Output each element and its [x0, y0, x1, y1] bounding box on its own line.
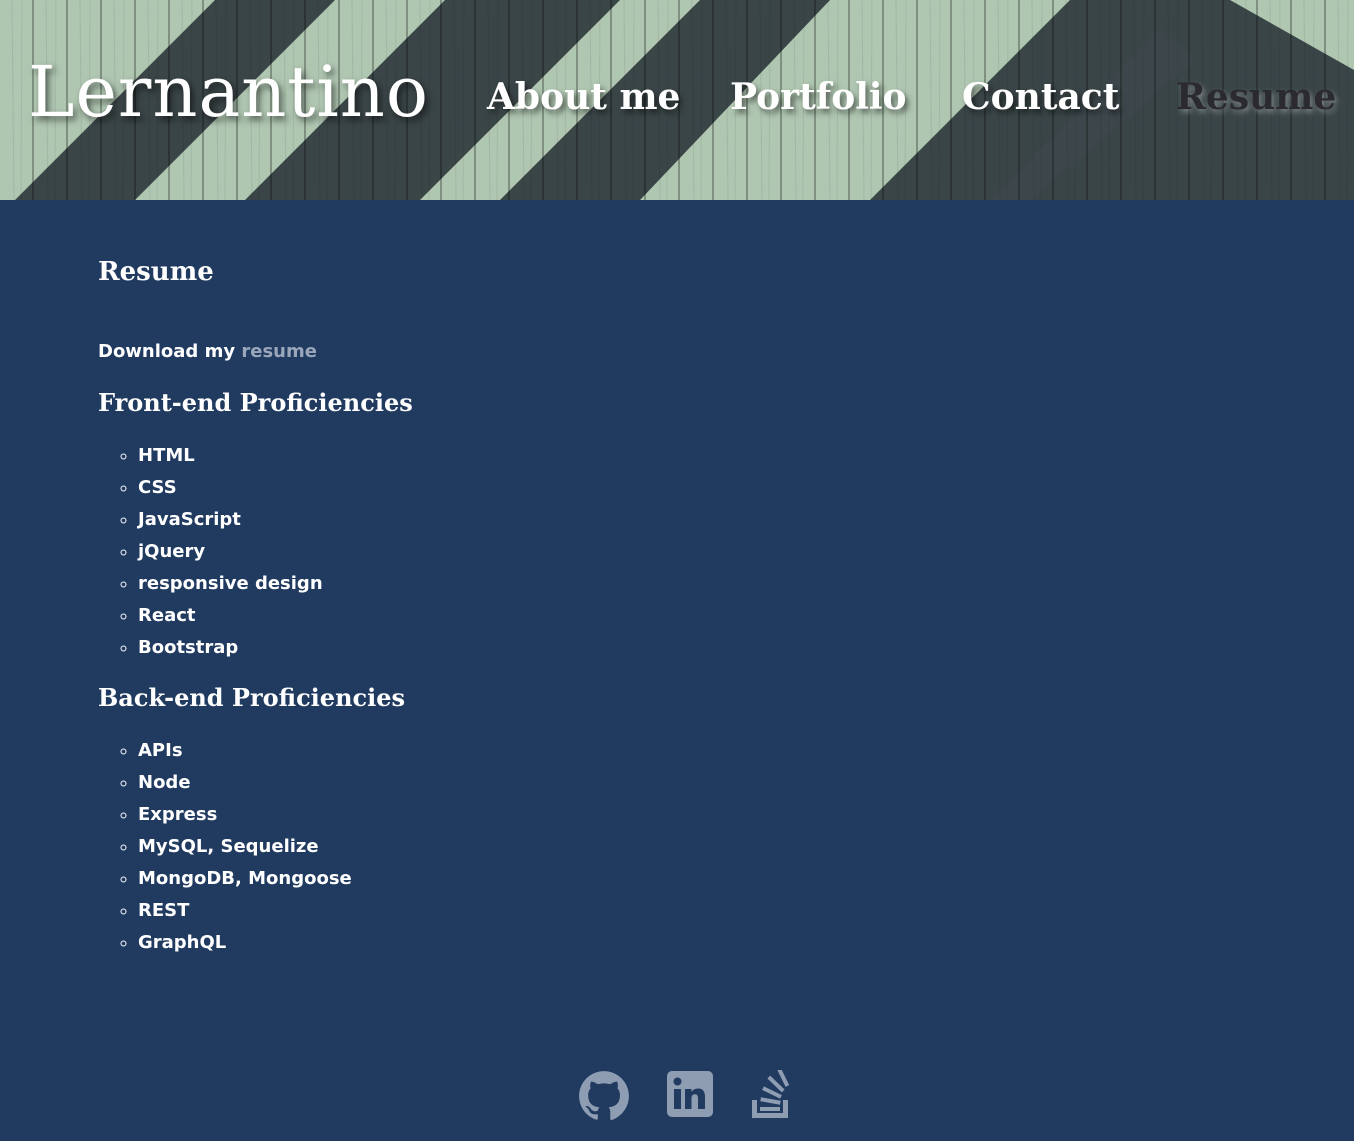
resume-download-link[interactable]: resume [241, 341, 317, 362]
nav-resume[interactable]: Resume [1176, 72, 1336, 122]
list-item: MySQL, Sequelize [138, 831, 352, 863]
download-line: Download my resume [98, 338, 317, 366]
download-prefix: Download my [98, 341, 236, 362]
site-brand[interactable]: Lernantino [28, 52, 429, 132]
list-item: APIs [138, 735, 352, 767]
list-item: jQuery [138, 536, 323, 568]
list-item: MongoDB, Mongoose [138, 863, 352, 895]
front-end-title: Front-end Proficiencies [98, 388, 413, 417]
page-title: Resume [98, 257, 214, 287]
github-icon[interactable] [578, 1070, 630, 1126]
linkedin-icon[interactable] [666, 1070, 714, 1122]
list-item: Node [138, 767, 352, 799]
list-item: GraphQL [138, 927, 352, 959]
nav-portfolio[interactable]: Portfolio [730, 72, 907, 122]
front-end-list: HTML CSS JavaScript jQuery responsive de… [98, 440, 323, 664]
list-item: REST [138, 895, 352, 927]
nav-contact[interactable]: Contact [962, 72, 1119, 122]
list-item: React [138, 600, 323, 632]
back-end-list: APIs Node Express MySQL, Sequelize Mongo… [98, 735, 352, 959]
site-header: Lernantino About me Portfolio Contact Re… [0, 0, 1354, 200]
list-item: Express [138, 799, 352, 831]
list-item: Bootstrap [138, 632, 323, 664]
list-item: JavaScript [138, 504, 323, 536]
list-item: CSS [138, 472, 323, 504]
stackoverflow-icon[interactable] [749, 1067, 793, 1124]
back-end-title: Back-end Proficiencies [98, 683, 406, 712]
nav-about-me[interactable]: About me [487, 72, 680, 122]
list-item: responsive design [138, 568, 323, 600]
list-item: HTML [138, 440, 323, 472]
